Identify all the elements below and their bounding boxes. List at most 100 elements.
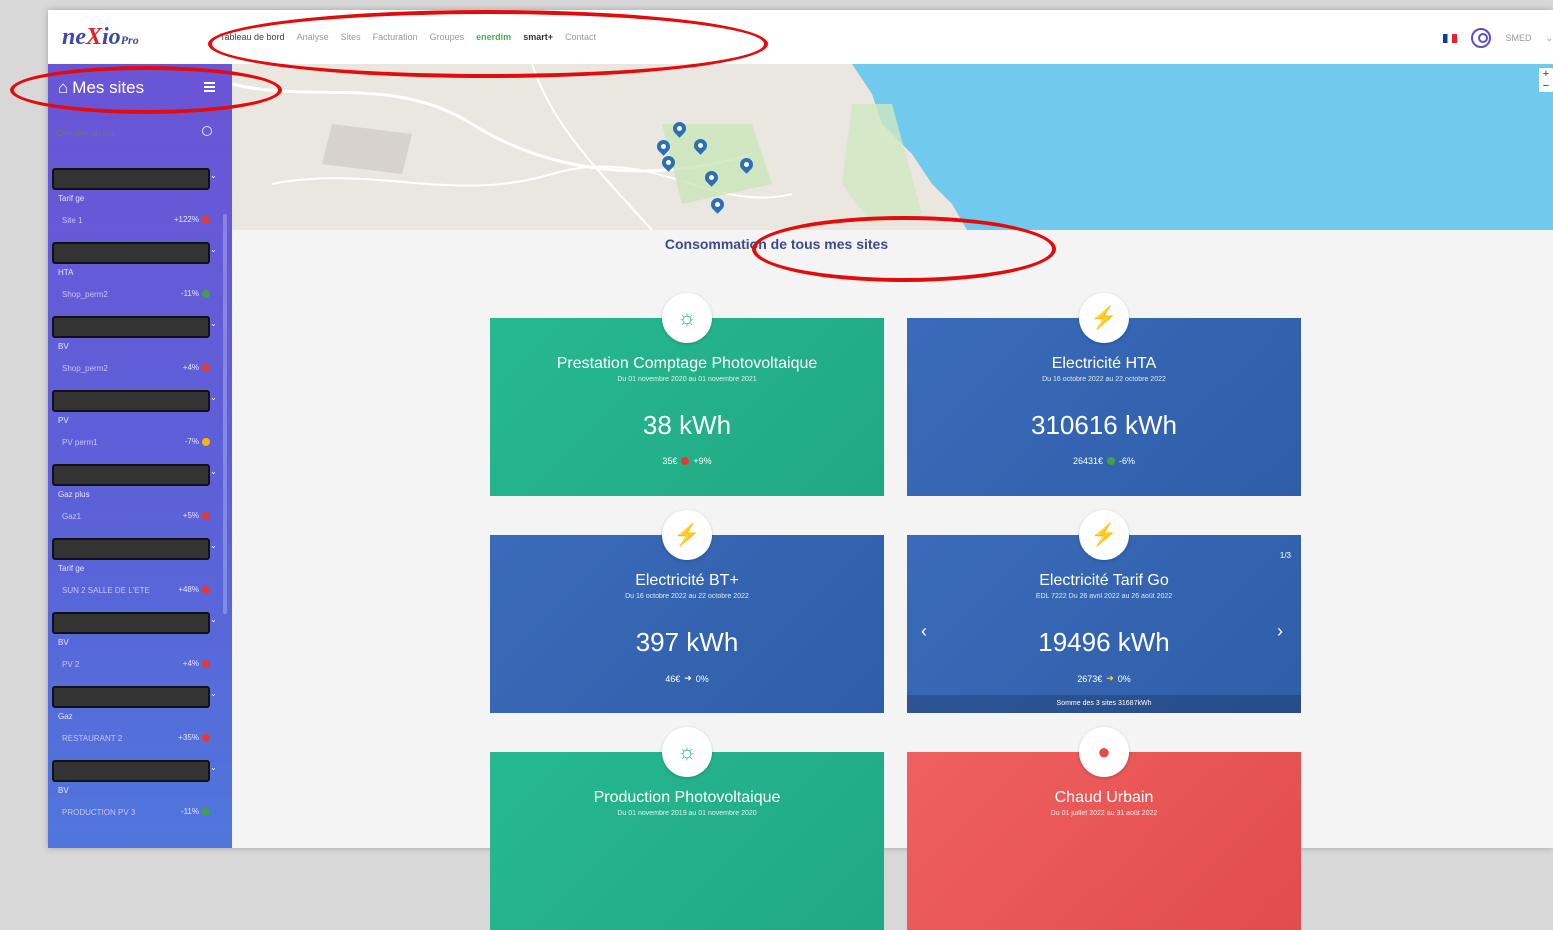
card-period: EDL 7222 Du 26 avril 2022 au 26 août 202… [1035,593,1173,600]
sun-icon: ☼ [662,727,712,777]
sidebar-scrollbar[interactable] [223,214,227,614]
chevron-left-icon[interactable]: ‹ [921,621,927,642]
site-type: Gaz [58,712,73,721]
card-electricite-bt[interactable]: Electricité BT+ Du 16 octobre 2022 au 22… [490,535,884,713]
sidebar-site-item[interactable]: ⌄ Tarif ge Site 1 +122% [52,168,220,240]
zoom-out-button[interactable]: − [1539,80,1553,92]
chevron-down-icon[interactable]: ⌄ [210,541,217,550]
logo[interactable]: neXioPro [62,24,139,51]
site-name-redacted[interactable] [52,168,210,190]
card-delta: +9% [693,456,712,466]
site-trend: -7% [185,437,210,446]
card-title: Electricité HTA [1051,355,1157,372]
sidebar-site-item[interactable]: ⌄ HTA Shop_perm2 -11% [52,242,220,314]
chevron-down-icon[interactable]: ⌄ [210,319,217,328]
card-period: Du 01 novembre 2019 au 01 novembre 2020 [617,810,757,817]
trend-icon [202,659,210,668]
site-pct: +4% [182,363,199,372]
site-meter[interactable]: PRODUCTION PV 3 [62,808,135,817]
trend-flat-icon: ➜ [1106,673,1114,683]
site-meter[interactable]: Gaz1 [62,512,81,521]
map-canvas [232,64,1553,230]
site-name-redacted[interactable] [52,390,210,412]
bolt-icon: ⚡ [1079,510,1129,560]
logo-text: ne [62,24,86,50]
site-type: BV [58,638,69,647]
chevron-down-icon[interactable]: ⌄ [210,689,217,698]
card-production-pv[interactable]: Production Photovoltaique Du 01 novembre… [490,752,884,930]
site-trend: +35% [178,733,210,742]
site-name-redacted[interactable] [52,760,210,782]
site-pct: +48% [178,585,199,594]
card-electricite-hta[interactable]: Electricité HTA Du 16 octobre 2022 au 22… [907,318,1301,496]
card-chaud-urbain[interactable]: Chaud Urbain Du 01 juillet 2022 au 31 ao… [907,752,1301,930]
chevron-down-icon[interactable]: ⌄ [1545,33,1553,44]
sidebar-site-item[interactable]: ⌄ Gaz plus Gaz1 +5% [52,464,220,536]
site-name-redacted[interactable] [52,316,210,338]
chevron-down-icon[interactable]: ⌄ [210,393,217,402]
language-flag-icon[interactable] [1443,33,1458,43]
card-period: Du 16 octobre 2022 au 22 octobre 2022 [625,593,749,600]
site-type: BV [58,342,69,351]
site-meter[interactable]: Shop_perm2 [62,364,108,373]
card-delta: -6% [1119,456,1136,466]
card-period: Du 01 novembre 2020 au 01 novembre 2021 [617,376,757,383]
annotation-oval-nav [208,10,768,78]
site-meter[interactable]: RESTAURANT 2 [62,734,122,743]
user-label[interactable]: SMED [1505,33,1531,43]
card-pager: 1/3 [1279,551,1291,560]
site-name-redacted[interactable] [52,538,210,560]
site-meter[interactable]: PV perm1 [62,438,98,447]
site-pct: -11% [180,807,199,816]
site-pct: +4% [182,659,199,668]
site-type: PV [58,416,69,425]
site-pct: -11% [180,289,199,298]
site-meter[interactable]: SUN 2 SALLE DE L'ETE [62,586,150,595]
card-cost: 26431€ [1072,456,1104,466]
site-pct: -7% [184,437,199,446]
site-type: Gaz plus [58,490,90,499]
annotation-oval-sidebar [10,66,282,114]
site-meter[interactable]: Shop_perm2 [62,290,108,299]
sidebar-site-item[interactable]: ⌄ Tarif ge SUN 2 SALLE DE L'ETE +48% [52,538,220,610]
drop-icon: ● [1079,727,1129,777]
card-cost: 2673€ [1077,673,1103,684]
chevron-down-icon[interactable]: ⌄ [210,171,217,180]
zoom-in-button[interactable]: + [1539,68,1553,80]
sidebar-site-item[interactable]: ⌄ PV PV perm1 -7% [52,390,220,462]
chevron-down-icon[interactable]: ⌄ [210,763,217,772]
sidebar-site-item[interactable]: ⌄ BV PV 2 +4% [52,612,220,684]
search-icon[interactable] [202,126,212,136]
trend-icon [202,215,210,224]
site-name-redacted[interactable] [52,464,210,486]
trend-icon [202,807,210,816]
sidebar-site-item[interactable]: ⌄ Gaz RESTAURANT 2 +35% [52,686,220,758]
site-meter[interactable]: Site 1 [62,216,82,225]
chevron-down-icon[interactable]: ⌄ [210,615,217,624]
card-cost-row: 46€ ➜ 0% [490,673,884,684]
card-prestation-pv[interactable]: Prestation Comptage Photovoltaique Du 01… [490,318,884,496]
card-value: 397 kWh [635,627,739,657]
trend-up-icon [681,457,690,465]
card-cost-row: 2673€ ➜ 0% [907,673,1301,684]
sites-map[interactable]: + − [232,64,1553,230]
bolt-icon: ⚡ [1079,293,1129,343]
card-electricite-tarif-go[interactable]: 1/3 Electricité Tarif Go EDL 7222 Du 26 … [907,535,1301,713]
trend-down-icon [1107,457,1116,465]
card-sum: Somme des 3 sites 31687kWh [907,695,1301,713]
sidebar-site-item[interactable]: ⌄ BV PRODUCTION PV 3 -11% [52,760,220,832]
site-pct: +35% [178,733,199,742]
user-icon[interactable] [1471,28,1492,48]
site-name-redacted[interactable] [52,612,210,634]
chevron-down-icon[interactable]: ⌄ [210,467,217,476]
site-search-input[interactable] [54,124,220,142]
site-name-redacted[interactable] [52,686,210,708]
card-value: 19496 kWh [1038,627,1170,657]
trend-icon [202,437,210,446]
site-meter[interactable]: PV 2 [62,660,79,669]
logo-text-rest: io [102,24,121,50]
sidebar-site-item[interactable]: ⌄ BV Shop_perm2 +4% [52,316,220,388]
logo-x: X [86,24,103,50]
chevron-right-icon[interactable]: › [1277,621,1283,642]
sites-sidebar: ⌂ Mes sites ⌄Tarif geSite 1+122%⌄HTAShop… [48,64,232,848]
